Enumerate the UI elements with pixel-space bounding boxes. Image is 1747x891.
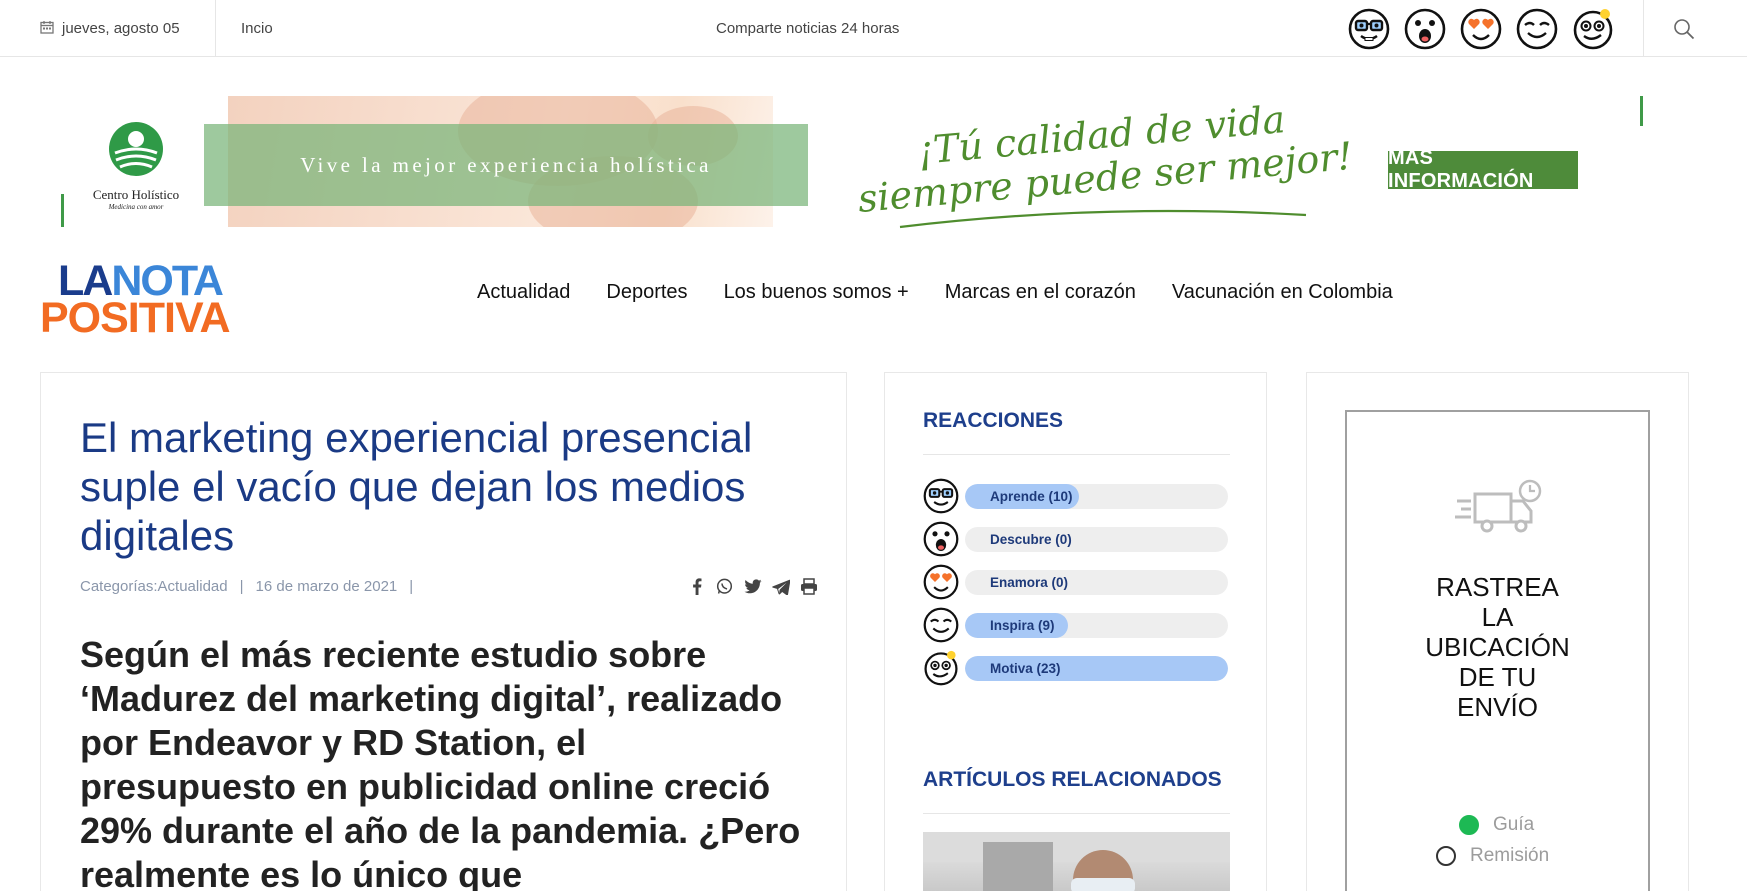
whatsapp-icon[interactable] [715,577,734,596]
tracking-option-label: Guía [1493,814,1535,835]
reaction-label: Enamora (0) [990,574,1069,590]
divider [1643,0,1644,57]
reaction-descubre[interactable]: Descubre (0) [923,521,1233,557]
reaction-emoji-bar [1348,2,1614,55]
main-nav: Actualidad Deportes Los buenos somos + M… [477,281,1393,304]
date-display: jueves, agosto 05 [40,0,180,57]
radio-selected[interactable] [1459,815,1479,835]
top-bar: jueves, agosto 05 Incio Comparte noticia… [0,0,1747,57]
logo-line-2: POSITIVA [40,294,231,342]
heart-eyes-emoji-icon [923,564,959,600]
article-category[interactable]: Categorías:Actualidad [80,578,228,595]
decorative-line [61,194,64,227]
meta-separator: | [409,578,414,595]
surprised-emoji-icon[interactable] [1404,8,1446,50]
slogan-swoosh [899,209,1307,229]
tagline: Comparte noticias 24 horas [716,20,900,37]
nerd-glasses-emoji-icon[interactable] [1348,8,1390,50]
idea-bulb-emoji-icon[interactable] [1572,8,1614,50]
tracking-option-remision[interactable]: Remisión [1436,845,1549,867]
divider [215,0,216,57]
tracking-option-label: Remisión [1470,845,1550,866]
article-title: El marketing experiencial presencial sup… [80,414,753,559]
content-smile-emoji-icon [923,607,959,643]
reaction-label: Descubre (0) [990,531,1072,547]
reaction-bar[interactable]: Motiva (23) [965,655,1228,681]
article-lead: Según el más reciente estudio sobre ‘Mad… [80,634,801,891]
holistic-tree-icon [109,122,163,176]
advertisement-banner[interactable]: Vive la mejor experiencia holística Cent… [58,94,1648,229]
article-meta: Categorías:Actualidad | 16 de marzo de 2… [80,578,413,595]
reaction-bar[interactable]: Aprende (10) [965,483,1228,509]
calendar-icon [40,20,54,38]
banner-logo-sub: Medicina con amor [108,203,164,211]
more-info-button[interactable]: MÁS INFORMACIÓN [1388,147,1578,192]
reaction-label: Inspira (9) [990,617,1055,633]
meta-separator: | [239,578,244,595]
reaction-bar[interactable]: Descubre (0) [965,526,1228,552]
nav-item-vacunacion[interactable]: Vacunación en Colombia [1172,281,1393,304]
tracking-frame: RASTREA LA UBICACIÓN DE TU ENVÍO Guía Re… [1345,410,1650,891]
print-icon[interactable] [799,577,818,596]
reactions-widget: REACCIONES Aprende (10) Descubre (0) Ena… [884,372,1267,891]
home-link[interactable]: Incio [241,0,273,57]
related-articles-heading: ARTÍCULOS RELACIONADOS [923,768,1222,791]
reaction-label: Aprende (10) [990,488,1073,504]
twitter-icon[interactable] [743,577,762,596]
decorative-line [1640,96,1643,126]
banner-headline-box: Vive la mejor experiencia holística [204,124,808,206]
reaction-aprende[interactable]: Aprende (10) [923,478,1233,514]
article-date: 16 de marzo de 2021 [255,578,398,595]
divider [923,813,1230,814]
search-icon[interactable] [1666,11,1702,47]
banner-headline: Vive la mejor experiencia holística [300,152,712,177]
reaction-bar[interactable]: Enamora (0) [965,569,1228,595]
related-article-thumbnail[interactable] [923,832,1230,891]
reaction-inspira[interactable]: Inspira (9) [923,607,1233,643]
reaction-label: Motiva (23) [990,660,1061,676]
tracking-option-guia[interactable]: Guía [1459,814,1534,836]
shipment-tracking-widget: RASTREA LA UBICACIÓN DE TU ENVÍO Guía Re… [1306,372,1689,891]
reactions-heading: REACCIONES [923,409,1064,432]
surprised-emoji-icon [923,521,959,557]
telegram-icon[interactable] [771,577,790,596]
reaction-bar[interactable]: Inspira (9) [965,612,1228,638]
article-card: El marketing experiencial presencial sup… [40,372,847,891]
centro-holistico-logo: Centro Holístico Medicina con amor [86,120,186,211]
content-smile-emoji-icon[interactable] [1516,8,1558,50]
nav-item-actualidad[interactable]: Actualidad [477,281,570,304]
nav-item-los-buenos-somos[interactable]: Los buenos somos + [724,281,909,304]
site-logo[interactable]: LANOTA POSITIVA [40,260,280,340]
idea-bulb-emoji-icon [924,650,958,686]
heart-eyes-emoji-icon[interactable] [1460,8,1502,50]
tracking-title: RASTREA LA UBICACIÓN DE TU ENVÍO [1425,572,1570,722]
reaction-enamora[interactable]: Enamora (0) [923,564,1233,600]
divider [923,454,1230,455]
facebook-icon[interactable] [687,577,706,596]
radio-unselected[interactable] [1436,846,1456,866]
reaction-motiva[interactable]: Motiva (23) [923,650,1233,686]
delivery-truck-clock-icon [1455,479,1542,533]
nav-item-marcas[interactable]: Marcas en el corazón [945,281,1136,304]
share-buttons [687,577,818,596]
date-text: jueves, agosto 05 [62,20,180,37]
banner-logo-name: Centro Holístico [92,187,180,202]
banner-slogan: ¡Tú calidad de vida siempre puede ser me… [856,97,1418,229]
nav-item-deportes[interactable]: Deportes [606,281,687,304]
nerd-glasses-emoji-icon [923,478,959,514]
